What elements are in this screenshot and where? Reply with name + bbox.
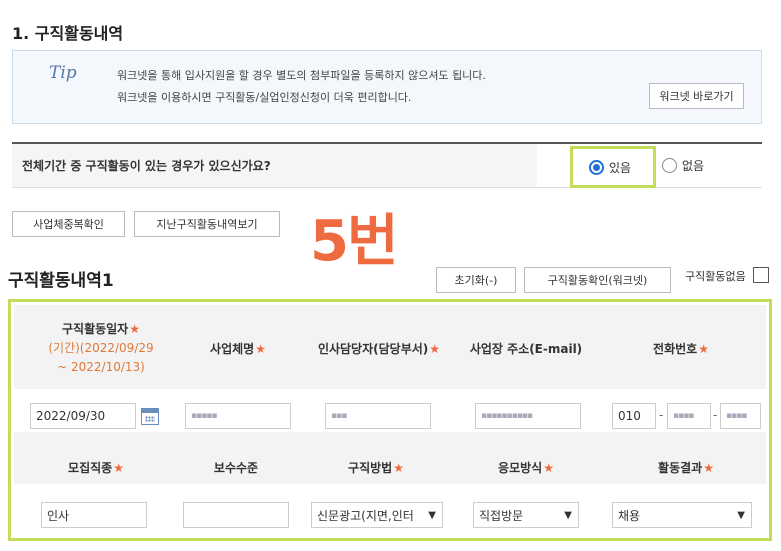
company-value: ▪▪▪▪▪ xyxy=(191,411,217,421)
duplicate-check-button[interactable]: 사업체중복확인 xyxy=(12,211,125,237)
section-title: 1. 구직활동내역 xyxy=(12,24,124,43)
apply-select[interactable]: 직접방문 ▼ xyxy=(473,502,579,528)
address-input[interactable]: ▪▪▪▪▪▪▪▪▪▪ xyxy=(475,403,581,429)
calendar-icon[interactable] xyxy=(141,408,159,425)
header-apply-label: 응모방식 xyxy=(498,461,543,475)
previous-history-button[interactable]: 지난구직활동내역보기 xyxy=(134,211,280,237)
required-mark: ★ xyxy=(129,322,140,336)
tip-line-2: 워크넷을 이용하시면 구직활동/실업인정신청이 더욱 편리합니다. xyxy=(117,91,412,104)
header-date-period-1: (기간)(2022/09/29 xyxy=(48,341,154,355)
date-input[interactable]: 2022/09/30 xyxy=(30,403,136,429)
radio-no-option[interactable]: 없음 xyxy=(662,144,704,187)
header-company-label: 사업체명 xyxy=(210,342,255,356)
header-date-period-2: ~ 2022/10/13) xyxy=(57,360,145,374)
radio-yes-option[interactable]: 있음 xyxy=(570,146,656,188)
radio-no-label: 없음 xyxy=(682,159,705,173)
phone-3-value: ▪▪▪▪ xyxy=(726,411,747,421)
header-job: 모집직종★ xyxy=(41,459,151,476)
phone-input-2[interactable]: ▪▪▪▪ xyxy=(667,403,711,429)
manager-input[interactable]: ▪▪▪ xyxy=(325,403,431,429)
phone-input-1[interactable]: 010 xyxy=(612,403,656,429)
chevron-down-icon: ▼ xyxy=(564,509,572,521)
header-result-label: 활동결과 xyxy=(658,461,703,475)
header-phone: 전화번호★ xyxy=(621,340,741,357)
header-method: 구직방법★ xyxy=(321,459,431,476)
step-annotation: 5번 xyxy=(310,209,398,274)
phone-separator: - xyxy=(659,408,664,422)
header-row-2 xyxy=(14,432,766,484)
chevron-down-icon: ▼ xyxy=(737,509,745,521)
header-phone-label: 전화번호 xyxy=(653,342,698,356)
apply-value: 직접방문 xyxy=(479,508,524,523)
phone-2-value: ▪▪▪▪ xyxy=(673,411,694,421)
activity-question-text: 전체기간 중 구직활동이 있는 경우가 있으신가요? xyxy=(12,144,537,187)
required-mark: ★ xyxy=(113,461,124,475)
header-apply: 응모방식★ xyxy=(471,459,581,476)
header-date: 구직활동일자★ (기간)(2022/09/29 ~ 2022/10/13) xyxy=(31,320,171,377)
required-mark: ★ xyxy=(393,461,404,475)
list-title: 구직활동내역1 xyxy=(8,271,114,291)
header-manager-label: 인사담당자(담당부서) xyxy=(317,342,429,356)
job-input[interactable]: 인사 xyxy=(41,502,147,528)
method-value: 신문광고(지면,인터 xyxy=(317,508,414,523)
worknet-check-button[interactable]: 구직활동확인(워크넷) xyxy=(524,267,671,293)
header-address: 사업장 주소(E-mail) xyxy=(469,342,583,356)
required-mark: ★ xyxy=(703,461,714,475)
header-method-label: 구직방법 xyxy=(348,461,393,475)
company-input[interactable]: ▪▪▪▪▪ xyxy=(185,403,291,429)
salary-input[interactable] xyxy=(183,502,289,528)
phone-input-3[interactable]: ▪▪▪▪ xyxy=(720,403,761,429)
radio-yes-label: 있음 xyxy=(609,160,632,175)
result-value: 채용 xyxy=(618,508,641,523)
method-select[interactable]: 신문광고(지면,인터 ▼ xyxy=(311,502,443,528)
header-job-label: 모집직종 xyxy=(68,461,113,475)
reset-button[interactable]: 초기화(-) xyxy=(436,267,516,293)
no-activity-label: 구직활동없음 xyxy=(685,270,746,283)
worknet-shortcut-button[interactable]: 워크넷 바로가기 xyxy=(649,83,744,109)
radio-yes[interactable] xyxy=(589,159,604,175)
required-mark: ★ xyxy=(543,461,554,475)
tip-box: Tip 워크넷을 통해 입사지원을 할 경우 별도의 첨부파일을 등록하지 않으… xyxy=(12,50,762,124)
header-manager: 인사담당자(담당부서)★ xyxy=(309,340,449,357)
tip-line-1: 워크넷을 통해 입사지원을 할 경우 별도의 첨부파일을 등록하지 않으셔도 됩… xyxy=(117,69,486,82)
result-select[interactable]: 채용 ▼ xyxy=(612,502,752,528)
phone-separator: - xyxy=(713,408,718,422)
activity-form: 구직활동일자★ (기간)(2022/09/29 ~ 2022/10/13) 사업… xyxy=(8,299,772,541)
header-salary: 보수수준 xyxy=(213,461,259,475)
activity-question-row: 전체기간 중 구직활동이 있는 경우가 있으신가요? 있음 없음 xyxy=(12,142,762,188)
tip-logo: Tip xyxy=(49,63,77,83)
required-mark: ★ xyxy=(429,342,441,356)
no-activity-checkbox[interactable] xyxy=(753,267,769,283)
required-mark: ★ xyxy=(698,342,709,356)
header-company: 사업체명★ xyxy=(183,340,293,357)
radio-no[interactable] xyxy=(662,158,677,173)
address-value: ▪▪▪▪▪▪▪▪▪▪ xyxy=(481,411,533,421)
manager-value: ▪▪▪ xyxy=(331,411,347,421)
header-result: 활동결과★ xyxy=(621,459,751,476)
chevron-down-icon: ▼ xyxy=(428,509,436,521)
required-mark: ★ xyxy=(255,342,266,356)
header-date-label: 구직활동일자 xyxy=(61,322,129,336)
